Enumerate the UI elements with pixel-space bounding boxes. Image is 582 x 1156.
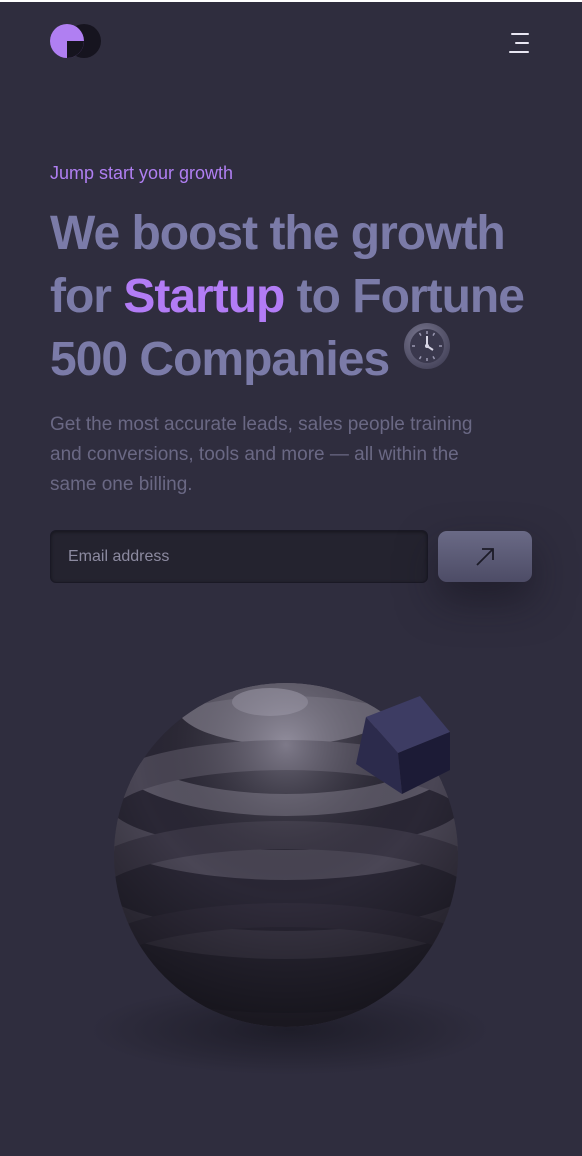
arrow-up-right-icon	[438, 545, 532, 569]
striped-sphere-with-cube-illustration	[80, 660, 520, 1085]
submit-arrow-button[interactable]	[438, 531, 532, 582]
email-field[interactable]	[50, 530, 428, 583]
hero-description: Get the most accurate leads, sales peopl…	[50, 414, 473, 495]
hero-headline: We boost the growth for Startup to Fortu…	[50, 202, 570, 394]
logo-icon[interactable]	[50, 22, 104, 60]
hamburger-menu-icon[interactable]	[505, 33, 531, 55]
hero-eyebrow: Jump start your growth	[50, 163, 234, 183]
clock-icon	[403, 322, 451, 386]
headline-accent: Startup	[123, 270, 285, 323]
